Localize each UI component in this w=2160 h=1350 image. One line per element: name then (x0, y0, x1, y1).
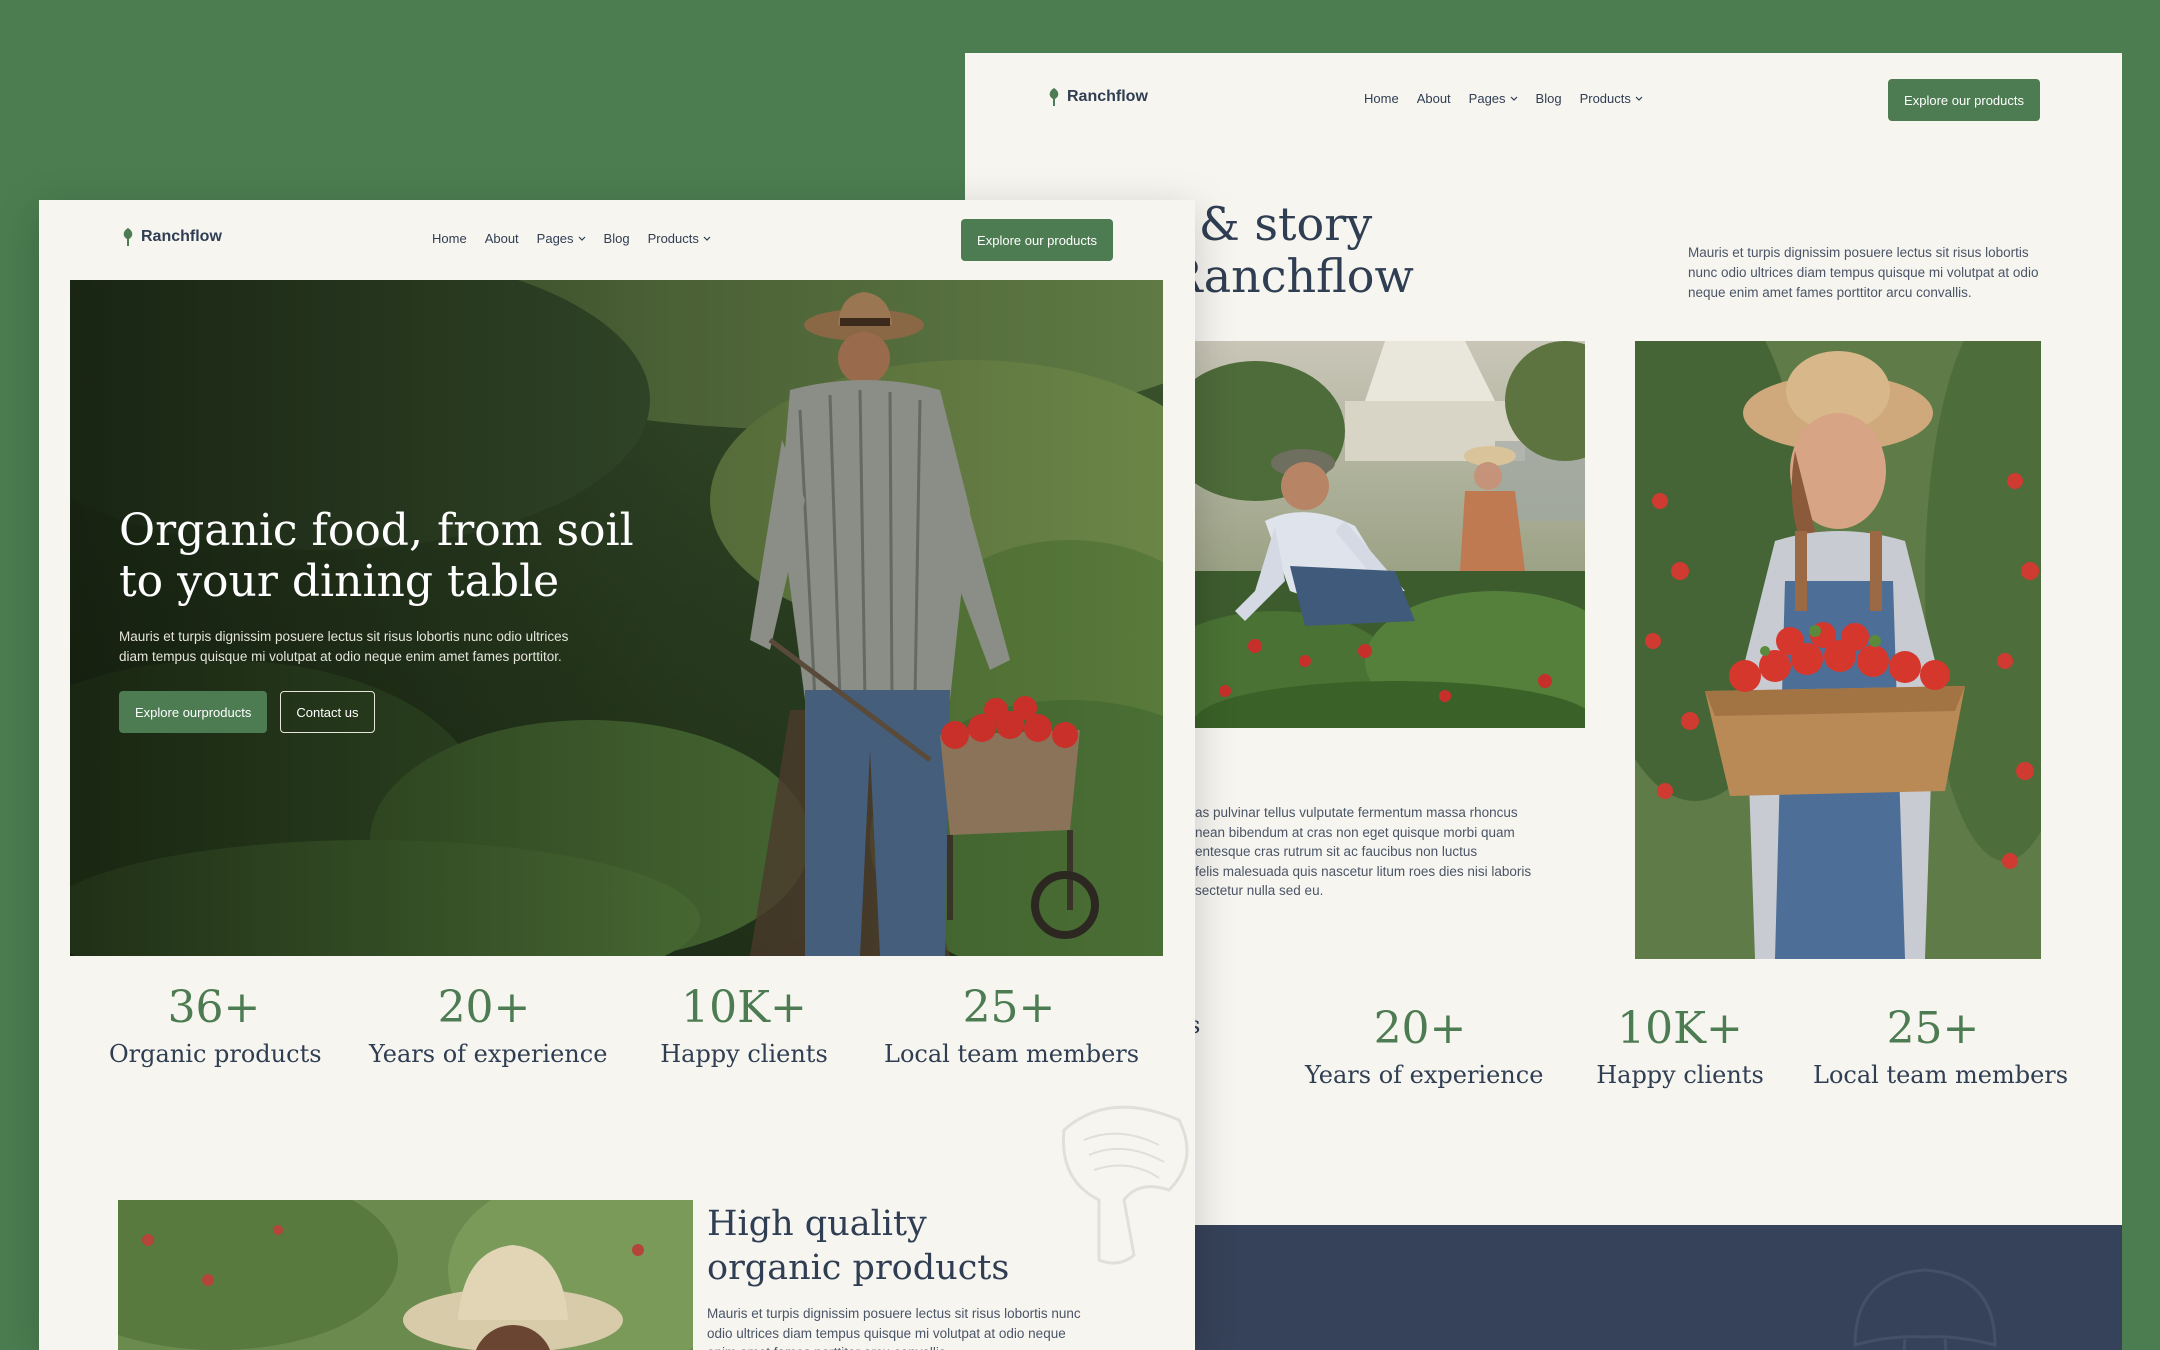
nav-link-label: Products (647, 231, 699, 246)
stat-label: Local team members (884, 1040, 1140, 1068)
quality-title-line: High quality (707, 1204, 927, 1244)
chevron-down-icon (1510, 96, 1517, 101)
leaf-icon (123, 228, 133, 246)
chevron-down-icon (578, 236, 585, 241)
nav-link-home[interactable]: Home (1364, 91, 1399, 106)
nav-link-label: About (1416, 91, 1451, 106)
stat-label: Years of experience (1305, 1061, 1544, 1089)
farmer-in-hat-illustration (118, 1200, 693, 1350)
stat-item: 20+ Years of experience (369, 982, 608, 1069)
nav-link-blog[interactable]: Blog (1536, 91, 1562, 106)
stat-label: Happy clients (1596, 1061, 1764, 1089)
nav-link-pages[interactable]: Pages (537, 231, 586, 246)
hero-title-line: Organic food, from soil (119, 505, 634, 556)
farmers-harvesting-photo (1195, 341, 1585, 728)
stat-item: 10K+ Happy clients (649, 983, 839, 1069)
hero-section: Organic food, from soil to your dining t… (70, 280, 1163, 956)
nav-link-label: Blog (603, 231, 630, 246)
nav-link-label: Home (432, 231, 467, 246)
front-navbar: Ranchflow Home About Pages Blog Products… (121, 219, 1113, 261)
nav-link-home[interactable]: Home (432, 231, 467, 246)
body-line: nean bibendum at cras non eget quisque m… (1195, 824, 1515, 840)
stat-item: 10K+ Happy clients (1585, 1004, 1775, 1090)
woman-with-basket-photo (1635, 341, 2041, 959)
stat-label: Years of experience (369, 1040, 608, 1068)
nav-link-label: About (484, 231, 519, 246)
hero-content: Organic food, from soil to your dining t… (119, 505, 639, 733)
farmers-harvesting-illustration (1195, 341, 1585, 728)
quality-title: High quality organic products (707, 1202, 1009, 1290)
quality-title-line: organic products (707, 1248, 1010, 1288)
chevron-down-icon (703, 236, 711, 241)
hero-description: Mauris et turpis dignissim posuere lectu… (119, 629, 569, 664)
stat-item: 36+ Organic products (109, 982, 322, 1069)
front-page-preview: Ranchflow Home About Pages Blog Products… (39, 200, 1195, 1350)
chevron-down-icon (1635, 96, 1643, 101)
nav-link-products[interactable]: Products (648, 231, 711, 246)
stat-number: 10K+ (681, 982, 807, 1033)
back-brand-logo[interactable]: Ranchflow (1047, 87, 1148, 107)
back-nav-menu: Home About Pages Blog Products (1364, 91, 1643, 106)
leaf-icon (1049, 88, 1059, 106)
stat-item: 20+ Years of experience (1305, 1003, 1544, 1090)
story-body-text: as pulvinar tellus vulputate fermentum m… (1195, 803, 1595, 901)
body-line: sectetur nulla sed eu. (1195, 883, 1324, 898)
hero-title: Organic food, from soil to your dining t… (119, 505, 639, 607)
stat-number: 25+ (962, 982, 1056, 1033)
contact-us-button[interactable]: Contact us (280, 691, 375, 733)
stat-number: 36+ (167, 982, 261, 1033)
hero-title-line: to your dining table (119, 556, 560, 607)
nav-link-label: Pages (536, 231, 574, 246)
mushroom-outline-icon (1061, 1105, 1189, 1265)
mushroom-outline-icon (1853, 1268, 1997, 1350)
nav-link-label: Blog (1535, 91, 1562, 106)
stat-number: 20+ (437, 982, 531, 1033)
nav-link-label: Pages (1468, 91, 1506, 106)
nav-link-label: Products (1579, 91, 1631, 106)
stat-label: Local team members (1813, 1061, 2069, 1089)
stat-label: Happy clients (660, 1040, 828, 1068)
brand-name: Ranchflow (141, 228, 222, 245)
nav-link-about[interactable]: About (485, 231, 519, 246)
nav-link-label: Home (1364, 91, 1399, 106)
body-line: entesque cras rutrum sit ac faucibus non… (1195, 844, 1478, 859)
back-navbar: Ranchflow Home About Pages Blog Products… (1047, 79, 2040, 121)
stat-number: 20+ (1373, 1003, 1467, 1054)
nav-link-products[interactable]: Products (1580, 91, 1643, 106)
nav-link-about[interactable]: About (1417, 91, 1451, 106)
explore-products-hero-button[interactable]: Explore ourproducts (119, 691, 268, 733)
explore-products-button[interactable]: Explore our products (961, 219, 1113, 261)
stat-item: 25+ Local team members (1813, 1003, 2069, 1090)
stat-number: 25+ (1886, 1003, 1980, 1054)
stat-label: Organic products (109, 1040, 322, 1068)
quality-description: Mauris et turpis dignissim posuere lectu… (707, 1306, 1081, 1350)
story-description: Mauris et turpis dignissim posuere lectu… (1688, 245, 2039, 300)
body-line: as pulvinar tellus vulputate fermentum m… (1195, 805, 1518, 820)
stat-item: 25+ Local team members (884, 982, 1140, 1069)
nav-link-blog[interactable]: Blog (604, 231, 630, 246)
quality-products-photo (118, 1200, 693, 1350)
brand-name: Ranchflow (1067, 88, 1148, 105)
body-line: felis malesuada quis nascetur litum roes… (1195, 863, 1532, 879)
front-brand-logo[interactable]: Ranchflow (121, 227, 222, 247)
stat-number: 10K+ (1617, 1003, 1743, 1054)
hero-buttons: Explore ourproducts Contact us (119, 691, 639, 733)
front-nav-menu: Home About Pages Blog Products (432, 231, 711, 246)
woman-with-basket-illustration (1635, 341, 2041, 959)
explore-products-button[interactable]: Explore our products (1888, 79, 2040, 121)
nav-link-pages[interactable]: Pages (1469, 91, 1518, 106)
